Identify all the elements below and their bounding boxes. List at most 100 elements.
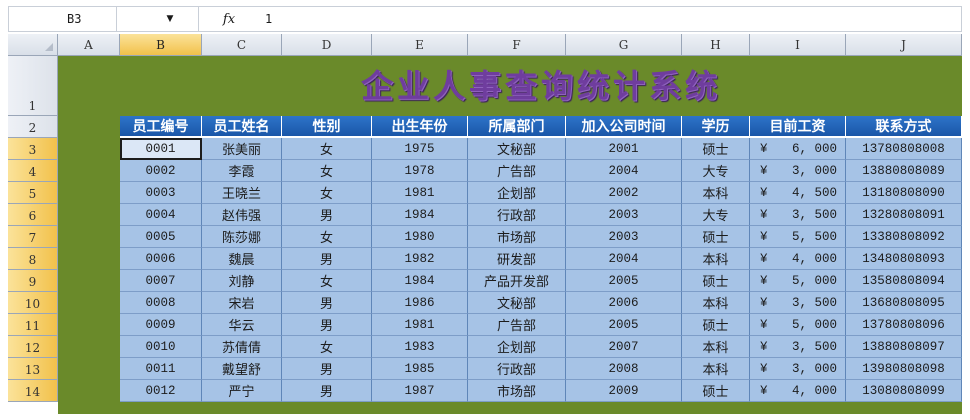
- table-cell[interactable]: 男: [282, 292, 372, 314]
- row-header-1[interactable]: 1: [8, 56, 58, 116]
- table-cell[interactable]: 男: [282, 358, 372, 380]
- table-cell[interactable]: ¥5, 500: [750, 226, 846, 248]
- chevron-down-icon[interactable]: ▼: [159, 14, 181, 24]
- table-cell[interactable]: 13080808099: [846, 380, 962, 402]
- column-title[interactable]: 员工姓名: [202, 116, 282, 138]
- table-cell[interactable]: ¥4, 500: [750, 182, 846, 204]
- table-cell[interactable]: 硕士: [682, 314, 750, 336]
- column-header-j[interactable]: J: [846, 34, 962, 56]
- row-header-9[interactable]: 9: [8, 270, 58, 292]
- table-cell[interactable]: 文秘部: [468, 292, 566, 314]
- table-cell[interactable]: 13680808095: [846, 292, 962, 314]
- table-cell[interactable]: 13380808092: [846, 226, 962, 248]
- table-cell[interactable]: 1981: [372, 314, 468, 336]
- table-cell[interactable]: 2009: [566, 380, 682, 402]
- column-title[interactable]: 性别: [282, 116, 372, 138]
- table-cell[interactable]: 女: [282, 226, 372, 248]
- table-cell[interactable]: 13880808097: [846, 336, 962, 358]
- table-cell[interactable]: 硕士: [682, 270, 750, 292]
- table-cell[interactable]: 苏倩倩: [202, 336, 282, 358]
- table-cell[interactable]: 市场部: [468, 380, 566, 402]
- table-cell[interactable]: 2007: [566, 336, 682, 358]
- table-cell[interactable]: 大专: [682, 204, 750, 226]
- row-header-3[interactable]: 3: [8, 138, 58, 160]
- table-cell[interactable]: 研发部: [468, 248, 566, 270]
- table-cell[interactable]: 广告部: [468, 160, 566, 182]
- table-cell[interactable]: 市场部: [468, 226, 566, 248]
- table-cell[interactable]: 本科: [682, 292, 750, 314]
- table-cell[interactable]: ¥3, 500: [750, 204, 846, 226]
- table-cell[interactable]: 13580808094: [846, 270, 962, 292]
- table-cell[interactable]: 张美丽: [202, 138, 282, 160]
- row-header-8[interactable]: 8: [8, 248, 58, 270]
- table-cell[interactable]: 2003: [566, 226, 682, 248]
- table-cell[interactable]: 硕士: [682, 138, 750, 160]
- column-header-c[interactable]: C: [202, 34, 282, 56]
- table-cell[interactable]: 13980808098: [846, 358, 962, 380]
- table-cell[interactable]: 企划部: [468, 182, 566, 204]
- column-title[interactable]: 联系方式: [846, 116, 962, 138]
- table-cell[interactable]: 硕士: [682, 226, 750, 248]
- table-cell[interactable]: 本科: [682, 182, 750, 204]
- table-cell[interactable]: 华云: [202, 314, 282, 336]
- table-cell-id[interactable]: 0006: [120, 248, 202, 270]
- table-cell[interactable]: 女: [282, 138, 372, 160]
- table-cell[interactable]: 宋岩: [202, 292, 282, 314]
- table-cell[interactable]: 文秘部: [468, 138, 566, 160]
- table-cell[interactable]: 1982: [372, 248, 468, 270]
- row-header-14[interactable]: 14: [8, 380, 58, 402]
- table-cell[interactable]: 女: [282, 182, 372, 204]
- row-header-7[interactable]: 7: [8, 226, 58, 248]
- table-cell[interactable]: 2002: [566, 182, 682, 204]
- table-cell[interactable]: 男: [282, 248, 372, 270]
- table-cell[interactable]: 产品开发部: [468, 270, 566, 292]
- table-cell-id[interactable]: 0008: [120, 292, 202, 314]
- table-cell-id[interactable]: 0009: [120, 314, 202, 336]
- table-cell[interactable]: 13780808008: [846, 138, 962, 160]
- column-title[interactable]: 加入公司时间: [566, 116, 682, 138]
- table-cell[interactable]: 2001: [566, 138, 682, 160]
- table-cell[interactable]: 2004: [566, 160, 682, 182]
- table-cell[interactable]: 13480808093: [846, 248, 962, 270]
- row-header-10[interactable]: 10: [8, 292, 58, 314]
- table-cell[interactable]: 1986: [372, 292, 468, 314]
- row-header-2[interactable]: 2: [8, 116, 58, 138]
- column-header-d[interactable]: D: [282, 34, 372, 56]
- column-header-g[interactable]: G: [566, 34, 682, 56]
- table-cell[interactable]: 女: [282, 270, 372, 292]
- table-cell-id[interactable]: 0001: [120, 138, 202, 160]
- column-header-h[interactable]: H: [682, 34, 750, 56]
- table-cell[interactable]: ¥5, 000: [750, 270, 846, 292]
- row-header-6[interactable]: 6: [8, 204, 58, 226]
- table-cell[interactable]: 戴望舒: [202, 358, 282, 380]
- table-cell[interactable]: ¥3, 500: [750, 336, 846, 358]
- table-cell[interactable]: ¥6, 000: [750, 138, 846, 160]
- table-cell[interactable]: ¥3, 000: [750, 160, 846, 182]
- table-cell[interactable]: 13180808090: [846, 182, 962, 204]
- row-header-11[interactable]: 11: [8, 314, 58, 336]
- table-cell[interactable]: 男: [282, 380, 372, 402]
- table-cell[interactable]: 企划部: [468, 336, 566, 358]
- table-cell[interactable]: 本科: [682, 248, 750, 270]
- table-cell[interactable]: 13880808089: [846, 160, 962, 182]
- column-title[interactable]: 目前工资: [750, 116, 846, 138]
- table-cell[interactable]: 魏晨: [202, 248, 282, 270]
- table-cell[interactable]: 李霞: [202, 160, 282, 182]
- table-cell-id[interactable]: 0003: [120, 182, 202, 204]
- table-cell[interactable]: 本科: [682, 358, 750, 380]
- table-cell[interactable]: 大专: [682, 160, 750, 182]
- table-cell[interactable]: 1984: [372, 270, 468, 292]
- table-cell[interactable]: ¥4, 000: [750, 380, 846, 402]
- table-cell[interactable]: 本科: [682, 336, 750, 358]
- table-cell-id[interactable]: 0002: [120, 160, 202, 182]
- table-cell[interactable]: 13280808091: [846, 204, 962, 226]
- column-header-f[interactable]: F: [468, 34, 566, 56]
- table-cell[interactable]: 2004: [566, 248, 682, 270]
- insert-function-icon[interactable]: fx: [199, 12, 259, 27]
- table-cell[interactable]: 男: [282, 204, 372, 226]
- table-cell[interactable]: ¥5, 000: [750, 314, 846, 336]
- row-header-13[interactable]: 13: [8, 358, 58, 380]
- table-cell[interactable]: 1987: [372, 380, 468, 402]
- select-all-button[interactable]: [8, 34, 58, 56]
- table-cell-id[interactable]: 0004: [120, 204, 202, 226]
